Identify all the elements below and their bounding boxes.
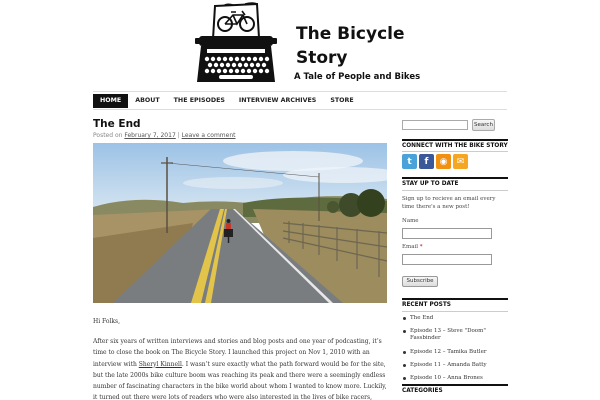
widget-divider: [402, 177, 508, 179]
leave-comment-link[interactable]: Leave a comment: [182, 132, 236, 139]
post-meta-prefix: Posted on: [93, 132, 123, 139]
recent-posts-list: The End Episode 13 – Steve "Doom" Fassbi…: [402, 315, 508, 388]
email-label-text: Email: [402, 244, 419, 250]
post-meta: Posted on February 7, 2017 | Leave a com…: [93, 132, 236, 139]
site-title-line2[interactable]: Story: [296, 46, 426, 70]
email-field[interactable]: [402, 254, 492, 265]
widget-divider: [402, 298, 508, 300]
site-logo-typewriter-bicycle[interactable]: [193, 2, 279, 86]
post-paragraph: Hi Folks,: [93, 318, 121, 325]
list-item: Episode 12 – Tamika Butler: [402, 349, 508, 356]
nav-item-interview-archives[interactable]: INTERVIEW ARCHIVES: [232, 94, 323, 108]
email-label: Email *: [402, 244, 423, 250]
widget-title-stay-up-to-date: STAY UP TO DATE: [402, 181, 459, 187]
recent-post-link[interactable]: Episode 12 – Tamika Butler: [410, 349, 487, 355]
post-title[interactable]: The End: [93, 118, 141, 130]
twitter-glyph: t: [407, 156, 412, 167]
nav-item-home[interactable]: HOME: [93, 94, 129, 108]
post-content: Hi Folks, After six years of written int…: [93, 316, 387, 400]
header-divider: [93, 91, 507, 92]
widget-title-underline: [402, 190, 508, 191]
widget-title-underline: [402, 311, 508, 312]
signup-description: Sign up to recieve an email every time t…: [402, 196, 496, 210]
site-title-line1[interactable]: The Bicycle: [296, 22, 426, 46]
twitter-icon[interactable]: t: [402, 154, 417, 169]
recent-post-link[interactable]: The End: [410, 315, 433, 321]
widget-title-categories: CATEGORIES: [402, 388, 443, 394]
list-item: Episode 11 – Amanda Batty: [402, 362, 508, 369]
social-icons: t f ◉ ✉: [402, 154, 468, 169]
search-button[interactable]: Search: [472, 119, 495, 131]
subscribe-button[interactable]: Subscribe: [402, 276, 438, 287]
nav-item-about[interactable]: ABOUT: [128, 94, 166, 108]
post-paragraph: After six years of written interviews an…: [93, 336, 387, 400]
main-nav: HOME ABOUT THE EPISODES INTERVIEW ARCHIV…: [93, 94, 361, 108]
sheryl-kinnell-link[interactable]: Sheryl Kinnell: [139, 361, 182, 368]
rss-glyph: ◉: [439, 156, 448, 167]
recent-post-link[interactable]: Episode 10 – Anna Brones: [410, 375, 483, 381]
name-field[interactable]: [402, 228, 492, 239]
list-item: The End: [402, 315, 508, 322]
nav-divider: [93, 109, 507, 110]
search-input[interactable]: [402, 120, 468, 130]
list-item: Episode 10 – Anna Brones: [402, 375, 508, 382]
rss-icon[interactable]: ◉: [436, 154, 451, 169]
post-date-link[interactable]: February 7, 2017: [124, 132, 175, 139]
featured-image-road: [93, 143, 387, 303]
email-glyph: ✉: [456, 156, 465, 167]
site-title[interactable]: The Bicycle Story: [296, 22, 426, 70]
post-meta-separator: |: [177, 132, 180, 139]
facebook-glyph: f: [424, 156, 429, 167]
widget-title-underline: [402, 151, 508, 152]
widget-divider: [402, 384, 508, 386]
required-marker: *: [419, 244, 423, 250]
widget-title-connect: CONNECT WITH THE BIKE STORY: [402, 143, 508, 149]
email-icon[interactable]: ✉: [453, 154, 468, 169]
list-item: Episode 13 – Steve "Doom" Fassbinder: [402, 328, 508, 342]
nav-item-store[interactable]: STORE: [323, 94, 360, 108]
widget-divider: [402, 139, 508, 141]
site-tagline: A Tale of People and Bikes: [294, 72, 421, 82]
widget-title-recent-posts: RECENT POSTS: [402, 302, 451, 308]
recent-post-link[interactable]: Episode 11 – Amanda Batty: [410, 362, 487, 368]
name-label: Name: [402, 218, 419, 224]
recent-post-link[interactable]: Episode 13 – Steve "Doom" Fassbinder: [410, 328, 486, 341]
nav-item-the-episodes[interactable]: THE EPISODES: [167, 94, 232, 108]
facebook-icon[interactable]: f: [419, 154, 434, 169]
